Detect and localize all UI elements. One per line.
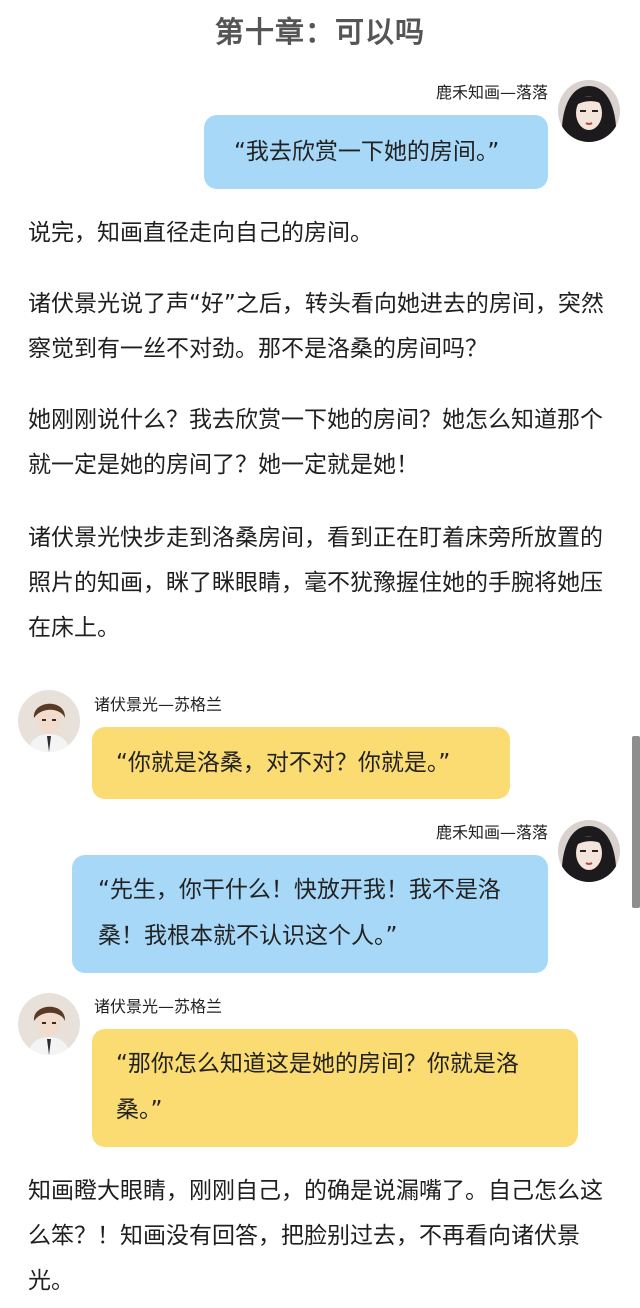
message-bubble-zhihua-2: “先生，你干什么！快放开我！我不是洛桑！我根本就不认识这个人。”	[72, 855, 548, 973]
narration-paragraph-5: 知画瞪大眼睛，刚刚自己，的确是说漏嘴了。自己怎么这么笨？！知画没有回答，把脸别过…	[28, 1178, 603, 1294]
scrollbar-thumb[interactable]	[632, 736, 640, 908]
narration-paragraph-4: 诸伏景光快步走到洛桑房间，看到正在盯着床旁所放置的照片的知画，眯了眯眼睛，毫不犹…	[28, 525, 603, 641]
female-dark-hair-avatar-icon	[558, 80, 620, 142]
speaker-name-zhihua: 鹿禾知画—落落	[435, 823, 548, 842]
chapter-title: 第十章：可以吗	[214, 15, 425, 49]
speaker-name-zhihua: 鹿禾知画—落落	[435, 83, 548, 102]
story-page: 第十章：可以吗 鹿禾知画—落落 “我去欣赏一下她的房间。” 说完，知画直径走向自…	[0, 0, 640, 1308]
narration-paragraph-2: 诸伏景光说了声“好”之后，转头看向她进去的房间，突然察觉到有一丝不对劲。那不是洛…	[28, 291, 604, 362]
male-brown-hair-avatar-icon	[18, 993, 80, 1055]
narration-paragraph-1: 说完，知画直径走向自己的房间。	[28, 220, 373, 246]
message-bubble-zhihua-1: “我去欣赏一下她的房间。”	[204, 115, 548, 189]
speaker-name-zhufu: 诸伏景光—苏格兰	[94, 695, 223, 714]
message-bubble-zhufu-1: “你就是洛桑，对不对？你就是。”	[92, 727, 510, 799]
female-dark-hair-avatar-icon	[558, 820, 620, 882]
message-bubble-zhufu-2: “那你怎么知道这是她的房间？你就是洛桑。”	[92, 1029, 578, 1147]
speaker-name-zhufu: 诸伏景光—苏格兰	[94, 997, 223, 1016]
narration-paragraph-3: 她刚刚说什么？我去欣赏一下她的房间？她怎么知道那个就一定是她的房间了？她一定就是…	[28, 407, 603, 478]
male-brown-hair-avatar-icon	[18, 690, 80, 752]
